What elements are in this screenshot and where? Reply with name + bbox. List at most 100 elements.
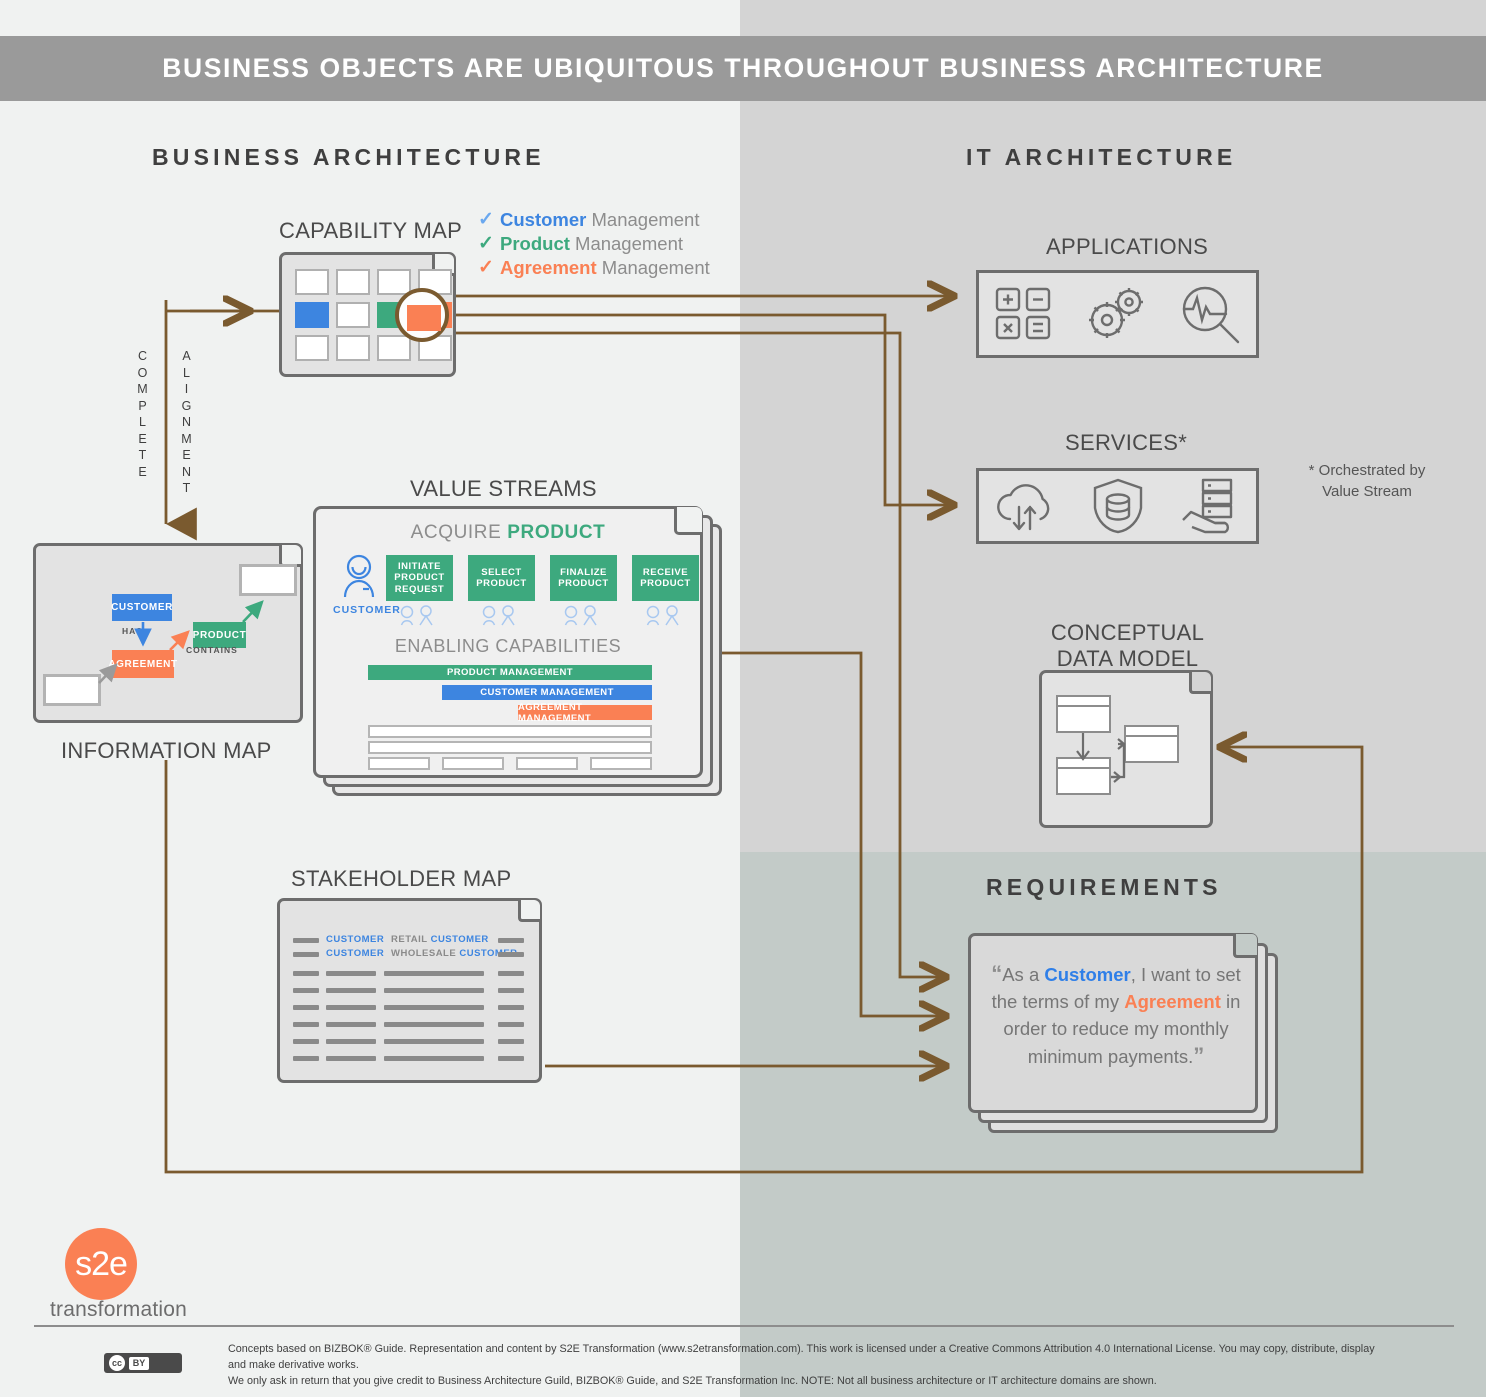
- services-label: SERVICES*: [1065, 430, 1188, 455]
- legend-label-agreement: Agreement Management: [500, 256, 710, 278]
- blank-bar: [442, 757, 504, 770]
- logo-mark: s2e: [65, 1228, 137, 1300]
- server-hand-icon: [1181, 478, 1233, 534]
- check-icon: ✓: [478, 257, 494, 278]
- list-item: [326, 971, 376, 976]
- close-quote-icon: ”: [1193, 1043, 1205, 1068]
- enabling-capability-agreement[interactable]: AGREEMENT MANAGEMENT: [518, 702, 652, 724]
- applications-label: APPLICATIONS: [1046, 234, 1209, 259]
- list-item: [326, 1005, 376, 1010]
- by-icon: BY: [129, 1356, 149, 1370]
- footer-line-1: Concepts based on BIZBOK® Guide. Represe…: [228, 1343, 1375, 1371]
- stakeholder-map-card[interactable]: CUSTOMER CUSTOMER RETAIL CUSTOMER WHOLES…: [277, 898, 542, 1083]
- footer-line-2: We only ask in return that you give cred…: [228, 1375, 1157, 1387]
- check-icon: ✓: [478, 209, 494, 230]
- value-stream-stage-2[interactable]: SELECT PRODUCT: [468, 555, 535, 601]
- list-item: [326, 1022, 376, 1027]
- value-stream-title: ACQUIRE PRODUCT: [410, 522, 606, 543]
- list-item: [498, 988, 524, 993]
- enabling-capability-product[interactable]: PRODUCT MANAGEMENT: [368, 665, 652, 680]
- er-relationship-lines: [1076, 733, 1126, 783]
- services-footnote: * Orchestrated by Value Stream: [1308, 462, 1426, 500]
- information-map-card[interactable]: CUSTOMER AGREEMENT PRODUCT HAS CONTAINS: [33, 543, 303, 723]
- stakeholder-map-label: STAKEHOLDER MAP: [291, 866, 512, 891]
- stakeholder-row-2-col-1: CUSTOMER: [326, 948, 385, 959]
- capability-cell[interactable]: [377, 335, 411, 361]
- applications-box[interactable]: [976, 270, 1259, 358]
- business-object-legend: ✓ Customer Management ✓ Product Manageme…: [478, 208, 710, 280]
- services-box[interactable]: [976, 468, 1259, 544]
- blank-bar: [590, 757, 652, 770]
- capability-cell[interactable]: [336, 335, 370, 361]
- heading-requirements: REQUIREMENTS: [986, 874, 1222, 900]
- creative-commons-badge: cc BY: [104, 1353, 182, 1373]
- list-item: [293, 1039, 319, 1044]
- legend-label-product: Product Management: [500, 232, 684, 254]
- list-item: [498, 1056, 524, 1061]
- footer-text: Concepts based on BIZBOK® Guide. Represe…: [228, 1341, 1388, 1389]
- heading-it-architecture: IT ARCHITECTURE: [966, 144, 1237, 170]
- conceptual-data-model-label: CONCEPTUAL DATA MODEL: [1050, 620, 1205, 671]
- list-item: [498, 1022, 524, 1027]
- information-map-arrows: [98, 600, 264, 684]
- capability-cell-agreement-highlight: [407, 305, 441, 331]
- list-item: [326, 1056, 376, 1061]
- capability-cell[interactable]: [377, 269, 411, 295]
- logo-wordmark: transformation: [50, 1298, 188, 1321]
- infographic-canvas: BUSINESS OBJECTS ARE UBIQUITOUS THROUGHO…: [0, 0, 1486, 1397]
- enabling-capability-customer[interactable]: CUSTOMER MANAGEMENT: [442, 685, 652, 700]
- legend-item-agreement: ✓ Agreement Management: [478, 256, 710, 279]
- list-item: [498, 952, 524, 957]
- requirement-text: “As a Customer, I want to set the terms …: [991, 961, 1241, 1068]
- capability-cell-customer[interactable]: [295, 302, 329, 328]
- cc-icon: cc: [109, 1355, 125, 1371]
- capability-cell[interactable]: [336, 302, 370, 328]
- capability-cell[interactable]: [295, 335, 329, 361]
- list-item: [384, 1056, 484, 1061]
- list-item: [498, 938, 524, 943]
- conceptual-data-model-card[interactable]: [1039, 670, 1213, 828]
- capability-cell[interactable]: [295, 269, 329, 295]
- list-item: [384, 1005, 484, 1010]
- page-fold-icon: [1233, 934, 1257, 958]
- logo-mark-text: s2e: [75, 1244, 128, 1283]
- heading-business-architecture: BUSINESS ARCHITECTURE: [152, 144, 545, 170]
- check-icon: ✓: [478, 233, 494, 254]
- value-stream-card[interactable]: ACQUIRE PRODUCT CUSTOMER INITIATE PRODUC…: [313, 506, 703, 778]
- list-item: [293, 971, 319, 976]
- s2e-logo[interactable]: s2e transformation: [50, 1228, 187, 1321]
- open-quote-icon: “: [991, 961, 1003, 986]
- list-item: [384, 988, 484, 993]
- database-shield-icon: [1094, 478, 1143, 534]
- blank-bar: [368, 725, 652, 738]
- blank-bar: [368, 757, 430, 770]
- list-item: [384, 1022, 484, 1027]
- footer-divider: [34, 1325, 1454, 1327]
- list-item: [293, 988, 319, 993]
- value-stream-stage-4[interactable]: RECEIVE PRODUCT: [632, 555, 699, 601]
- value-stream-stage-3[interactable]: FINALIZE PRODUCT: [550, 555, 617, 601]
- page-title: BUSINESS OBJECTS ARE UBIQUITOUS THROUGHO…: [162, 53, 1324, 83]
- list-item: [326, 1039, 376, 1044]
- list-item: [293, 1056, 319, 1061]
- gears-icon: [1088, 288, 1143, 338]
- requirement-card[interactable]: “As a Customer, I want to set the terms …: [968, 933, 1258, 1113]
- enabling-capabilities-label: ENABLING CAPABILITIES: [394, 636, 622, 656]
- capability-highlight-ring: [395, 288, 449, 342]
- label-complete: COMPLETE COMPLETE: [137, 349, 149, 479]
- list-item: [293, 938, 319, 943]
- label-alignment: ALIGNMENT ALIGNMENT: [181, 349, 193, 495]
- stage-stakeholder-icons: [400, 605, 679, 626]
- legend-label-customer: Customer Management: [500, 208, 700, 230]
- customer-actor-icon: [343, 554, 375, 598]
- blank-bar: [516, 757, 578, 770]
- list-item: [498, 1039, 524, 1044]
- value-stream-stage-1[interactable]: INITIATE PRODUCT REQUEST: [386, 555, 453, 601]
- legend-item-customer: ✓ Customer Management: [478, 208, 710, 231]
- stakeholder-row-1-col-1: CUSTOMER: [326, 934, 385, 945]
- stakeholder-row-1-col-2: RETAIL CUSTOMER: [391, 934, 489, 945]
- capability-cell[interactable]: [336, 269, 370, 295]
- capability-map-label: CAPABILITY MAP: [279, 218, 463, 243]
- list-item: [384, 971, 484, 976]
- cloud-sync-icon: [997, 484, 1050, 531]
